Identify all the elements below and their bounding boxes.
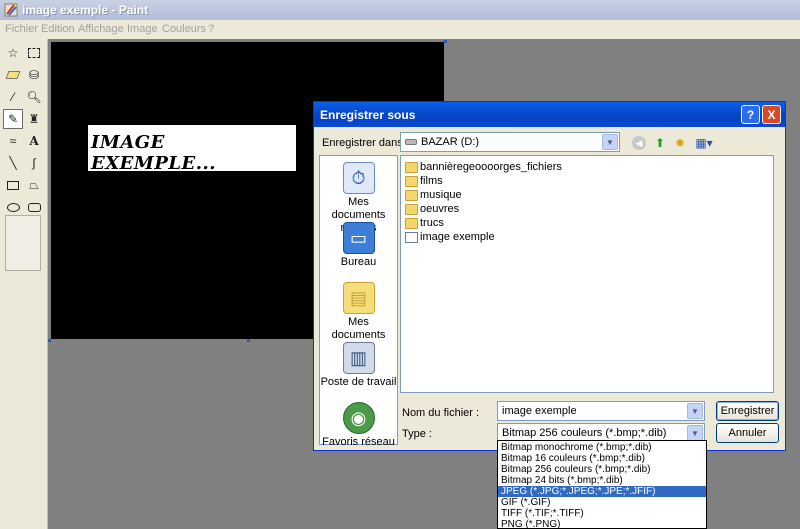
resize-handle[interactable] [247,339,250,342]
ellipse-icon[interactable] [3,197,23,217]
place-desktop[interactable]: ▭ Bureau [320,222,397,269]
type-value: Bitmap 256 couleurs (*.bmp;*.dib) [502,427,667,439]
save-in-combo[interactable]: BAZAR (D:) ▼ [400,132,620,152]
save-in-value: BAZAR (D:) [421,136,480,148]
filename-label: Nom du fichier : [402,407,480,419]
type-option[interactable]: Bitmap 256 couleurs (*.bmp;*.dib) [498,464,706,475]
type-option[interactable]: TIFF (*.TIF;*.TIFF) [498,508,706,519]
menu-help[interactable]: ? [208,23,214,35]
save-button[interactable]: Enregistrer [716,401,779,421]
chevron-down-icon[interactable]: ▼ [687,425,703,441]
type-label: Type : [402,428,432,440]
place-my-documents[interactable]: ▤ Mes documents [320,282,397,342]
place-network[interactable]: ◉ Favoris réseau [320,402,397,449]
type-option[interactable]: JPEG (*.JPG;*.JPEG;*.JPE;*.JFIF) [498,486,706,497]
airbrush-icon[interactable]: ≈ [3,131,23,151]
eraser-icon[interactable] [3,65,23,85]
color-picker-icon[interactable]: ⁄ [3,87,23,107]
canvas-white-textbox: IMAGE EXEMPLE... [88,125,296,174]
place-my-computer[interactable]: ▥ Poste de travail [320,342,397,389]
new-folder-icon[interactable]: ✸ [671,134,689,152]
dialog-title-bar: Enregistrer sous ? X [314,102,785,127]
menu-image[interactable]: Image [127,23,158,35]
resize-handle[interactable] [444,40,447,43]
folder-icon [405,203,418,215]
magnifier-icon[interactable]: 🔍︎ [24,87,44,107]
free-select-icon[interactable]: ☆ [3,43,23,63]
my-computer-icon: ▥ [342,342,375,374]
dialog-close-button[interactable]: X [762,105,781,124]
folder-icon [405,189,418,201]
paint-title-bar: image exemple - Paint [0,0,800,20]
network-icon: ◉ [342,402,375,434]
type-dropdown-list: Bitmap monochrome (*.bmp;*.dib) Bitmap 1… [497,440,707,529]
up-folder-icon[interactable]: ⬆ [651,134,669,152]
list-item[interactable]: films [405,174,443,188]
list-item[interactable]: trucs [405,216,444,230]
paint-app-icon [4,3,18,17]
list-item[interactable]: musique [405,188,462,202]
menu-bar: Fichier Edition Affichage Image Couleurs… [0,20,800,39]
save-in-label: Enregistrer dans : [322,137,409,149]
save-as-dialog: Enregistrer sous ? X Enregistrer dans : … [313,101,786,451]
text-tool-icon[interactable]: A [24,131,44,151]
drive-icon [405,139,417,145]
toolbox: ☆ ⛁ ⁄ 🔍︎ ✎ ♜ ≈ A ╲ ∫ ⏢ [0,39,48,529]
image-file-icon [405,231,418,243]
menu-edition[interactable]: Edition [41,23,75,35]
folder-icon [405,217,418,229]
type-option[interactable]: GIF (*.GIF) [498,497,706,508]
pencil-icon[interactable]: ✎ [3,109,23,129]
back-icon[interactable]: ◀ [630,134,648,152]
dialog-title: Enregistrer sous [320,108,416,122]
rect-select-icon[interactable] [24,43,44,63]
fill-icon[interactable]: ⛁ [24,65,44,85]
places-bar: ⏱ Mes documents récents ▭ Bureau ▤ Mes d… [319,155,398,448]
cancel-button[interactable]: Annuler [716,423,779,443]
resize-handle[interactable] [48,339,51,342]
menu-fichier[interactable]: Fichier [5,23,38,35]
file-list[interactable]: bannièregeoooorges_fichiers films musiqu… [400,155,774,393]
brush-icon[interactable]: ♜ [24,109,44,129]
menu-couleurs[interactable]: Couleurs [162,23,206,35]
my-documents-icon: ▤ [342,282,375,314]
dialog-help-button[interactable]: ? [741,105,760,124]
window-title: image exemple - Paint [22,3,149,17]
canvas-text: IMAGE EXEMPLE... [91,132,217,174]
recent-documents-icon: ⏱ [342,162,375,194]
folder-icon [405,161,418,173]
filename-value: image exemple [502,405,577,417]
list-item[interactable]: bannièregeoooorges_fichiers [405,160,562,174]
tool-options-box[interactable] [5,215,41,271]
chevron-down-icon[interactable]: ▼ [687,403,703,419]
list-item[interactable]: oeuvres [405,202,459,216]
view-menu-icon[interactable]: ▦▾ [692,134,716,152]
chevron-down-icon[interactable]: ▼ [602,134,618,150]
type-option[interactable]: Bitmap 16 couleurs (*.bmp;*.dib) [498,453,706,464]
folder-icon [405,175,418,187]
desktop-icon: ▭ [342,222,375,254]
type-option[interactable]: Bitmap monochrome (*.bmp;*.dib) [498,442,706,453]
type-option[interactable]: Bitmap 24 bits (*.bmp;*.dib) [498,475,706,486]
list-item[interactable]: image exemple [405,230,495,244]
line-icon[interactable]: ╲ [3,153,23,173]
rounded-rectangle-icon[interactable] [24,197,44,217]
menu-affichage[interactable]: Affichage [78,23,124,35]
filename-field[interactable]: image exemple ▼ [497,401,705,421]
rectangle-icon[interactable] [3,175,23,195]
polygon-icon[interactable]: ⏢ [24,175,44,195]
type-option[interactable]: PNG (*.PNG) [498,519,706,529]
curve-icon[interactable]: ∫ [24,153,44,173]
